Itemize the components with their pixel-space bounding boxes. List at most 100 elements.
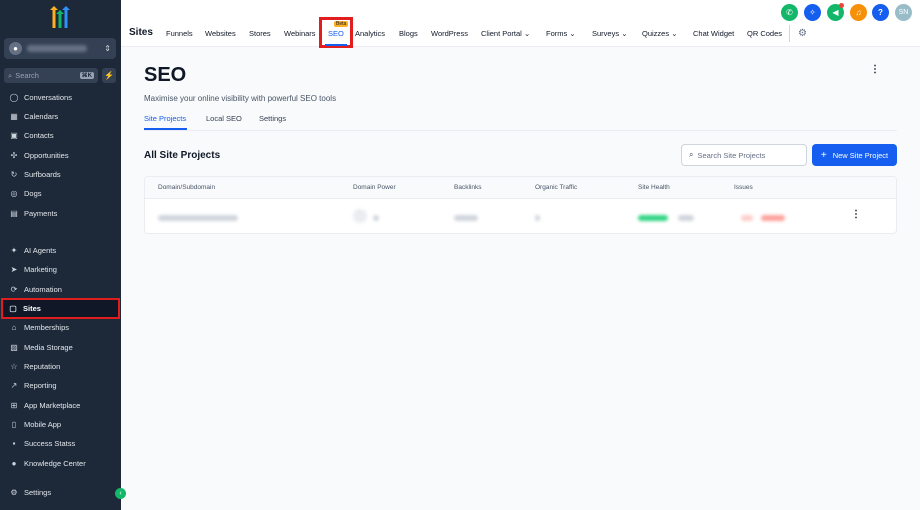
sidebar-item-reporting[interactable]: ↗ Reporting <box>4 376 117 394</box>
bell-icon[interactable]: ♫ <box>850 4 867 21</box>
sidebar-item-success-statss[interactable]: ▪ Success Statss <box>4 434 117 452</box>
sidebar-item-calendars[interactable]: ▦ Calendars <box>4 107 117 125</box>
column-header: Domain/Subdomain <box>158 184 216 191</box>
sidebar-item-label: Settings <box>24 487 52 497</box>
tab-qr-codes[interactable]: QR Codes <box>747 29 782 38</box>
search-icon: ⌕ <box>8 70 13 80</box>
chat-icon: ◯ <box>9 92 19 102</box>
site-health-value-blurred <box>678 215 694 221</box>
sidebar-search[interactable]: ⌕ Search ⌘K <box>4 68 98 83</box>
gear-icon[interactable]: ⚙ <box>798 28 807 39</box>
subtabs-border <box>144 130 897 131</box>
tab-stores[interactable]: Stores <box>249 29 271 38</box>
sidebar-item-label: Memberships <box>24 322 70 332</box>
surfboard-icon: ↻ <box>10 169 18 179</box>
sidebar-item-knowledge-center[interactable]: ● Knowledge Center <box>4 454 117 472</box>
new-site-project-label: New Site Project <box>832 150 889 160</box>
tab-local-seo[interactable]: Local SEO <box>206 114 242 123</box>
tab-funnels[interactable]: Funnels <box>166 29 193 38</box>
location-icon: ● <box>9 42 22 55</box>
sidebar-item-label: Surfboards <box>24 169 61 179</box>
sidebar-item-mobile-app[interactable]: ▯ Mobile App <box>4 415 117 433</box>
account-switcher[interactable]: ● ⇕ <box>4 38 116 59</box>
tab-forms[interactable]: Forms ⌄ <box>546 29 576 38</box>
sidebar-item-app-marketplace[interactable]: ⊞ App Marketplace <box>4 396 117 414</box>
contacts-icon: ▣ <box>10 130 18 140</box>
sidebar-item-label: App Marketplace <box>24 400 81 410</box>
row-more-options-icon[interactable]: ⋮ <box>851 209 861 220</box>
shortcut-badge: ⌘K <box>79 72 94 79</box>
tab-label: Quizzes <box>642 29 670 38</box>
tab-chat-widget[interactable]: Chat Widget <box>693 29 734 38</box>
sidebar-collapse-button[interactable]: ‹ <box>115 488 126 499</box>
sidebar-item-label: Reputation <box>24 361 61 371</box>
sidebar-item-label: AI Agents <box>24 245 57 255</box>
page-title: SEO <box>144 64 187 86</box>
tab-websites[interactable]: Websites <box>205 29 236 38</box>
tab-surveys[interactable]: Surveys ⌄ <box>592 29 627 38</box>
tab-quizzes[interactable]: Quizzes ⌄ <box>642 29 677 38</box>
sidebar-item-label: Mobile App <box>24 419 62 429</box>
sidebar-item-media-storage[interactable]: ▨ Media Storage <box>4 338 117 356</box>
avatar[interactable]: SN <box>895 4 912 21</box>
sidebar-item-ai-agents[interactable]: ✦ AI Agents <box>4 241 117 259</box>
search-placeholder: Search Site Projects <box>697 150 766 160</box>
section-heading: All Site Projects <box>144 150 221 161</box>
new-site-project-button[interactable]: + New Site Project <box>812 144 897 166</box>
table-row[interactable]: ⋮ <box>145 199 896 233</box>
search-site-projects-input[interactable]: ⌕ Search Site Projects <box>681 144 807 166</box>
payments-icon: ▤ <box>10 208 18 218</box>
sidebar-item-settings[interactable]: ⚙ Settings <box>4 483 117 501</box>
tab-seo[interactable]: SEO <box>328 29 344 38</box>
top-nav: Sites Funnels Websites Stores Webinars B… <box>121 0 920 48</box>
sidebar-item-payments[interactable]: ▤ Payments <box>4 204 117 222</box>
sidebar-item-automation[interactable]: ⟳ Automation <box>4 280 117 298</box>
gear-icon: ⚙ <box>10 487 18 497</box>
tab-label: Client Portal <box>481 29 522 38</box>
site-projects-table: Domain/Subdomain Domain Power Backlinks … <box>144 176 897 234</box>
table-header: Domain/Subdomain Domain Power Backlinks … <box>145 177 896 199</box>
sidebar-item-marketing[interactable]: ➤ Marketing <box>4 260 117 278</box>
sidebar-item-dogs[interactable]: ◎ Dogs <box>4 184 117 202</box>
page-subtitle: Maximise your online visibility with pow… <box>144 94 337 103</box>
more-options-icon[interactable]: ⋮ <box>870 64 880 75</box>
site-health-bar-blurred <box>638 215 668 221</box>
beta-badge: Beta <box>334 21 349 27</box>
stats-icon: ▪ <box>12 438 16 448</box>
sidebar-item-sites[interactable]: ▢ Sites <box>1 298 120 319</box>
tab-wordpress[interactable]: WordPress <box>431 29 468 38</box>
sidebar-item-label: Reporting <box>24 380 57 390</box>
sidebar-item-label: Conversations <box>24 92 72 102</box>
help-icon[interactable]: ? <box>872 4 889 21</box>
tab-site-projects[interactable]: Site Projects <box>144 114 186 123</box>
tab-analytics[interactable]: Analytics <box>355 29 385 38</box>
chevron-updown-icon: ⇕ <box>104 44 111 53</box>
tab-webinars[interactable]: Webinars <box>284 29 316 38</box>
organic-traffic-cell-blurred <box>535 215 540 221</box>
search-icon: ⌕ <box>689 150 694 159</box>
sidebar-item-memberships[interactable]: ⌂ Memberships <box>4 318 117 336</box>
sidebar-item-label: Contacts <box>24 130 54 140</box>
sidebar-item-conversations[interactable]: ◯ Conversations <box>4 88 117 106</box>
brand-logo <box>50 6 70 28</box>
chevron-down-icon: ⌄ <box>523 29 531 38</box>
sidebar-item-contacts[interactable]: ▣ Contacts <box>4 126 117 144</box>
chevron-down-icon: ⌄ <box>621 29 628 38</box>
sidebar-item-reputation[interactable]: ☆ Reputation <box>4 357 117 375</box>
tab-client-portal[interactable]: Client Portal ⌄ <box>481 29 530 38</box>
domain-power-gauge-blurred <box>353 209 367 223</box>
sites-icon: ▢ <box>9 304 17 313</box>
sidebar-item-surfboards[interactable]: ↻ Surfboards <box>4 165 117 183</box>
issues-badge-blurred <box>761 215 785 221</box>
tab-blogs[interactable]: Blogs <box>399 29 418 38</box>
tab-seo-settings[interactable]: Settings <box>259 114 286 123</box>
magic-wand-icon[interactable]: ✧ <box>804 4 821 21</box>
sidebar-item-label: Knowledge Center <box>24 458 86 468</box>
quick-action-bolt-icon[interactable]: ⚡ <box>102 68 116 83</box>
sidebar-item-opportunities[interactable]: ✣ Opportunities <box>4 146 117 164</box>
opportunities-icon: ✣ <box>10 150 18 160</box>
app-root: ● ⇕ ⌕ Search ⌘K ⚡ ◯ Conversations ▦ Calend… <box>0 0 920 510</box>
notification-dot <box>839 3 844 8</box>
sidebar-item-label: Automation <box>24 284 62 294</box>
phone-icon[interactable]: ✆ <box>781 4 798 21</box>
